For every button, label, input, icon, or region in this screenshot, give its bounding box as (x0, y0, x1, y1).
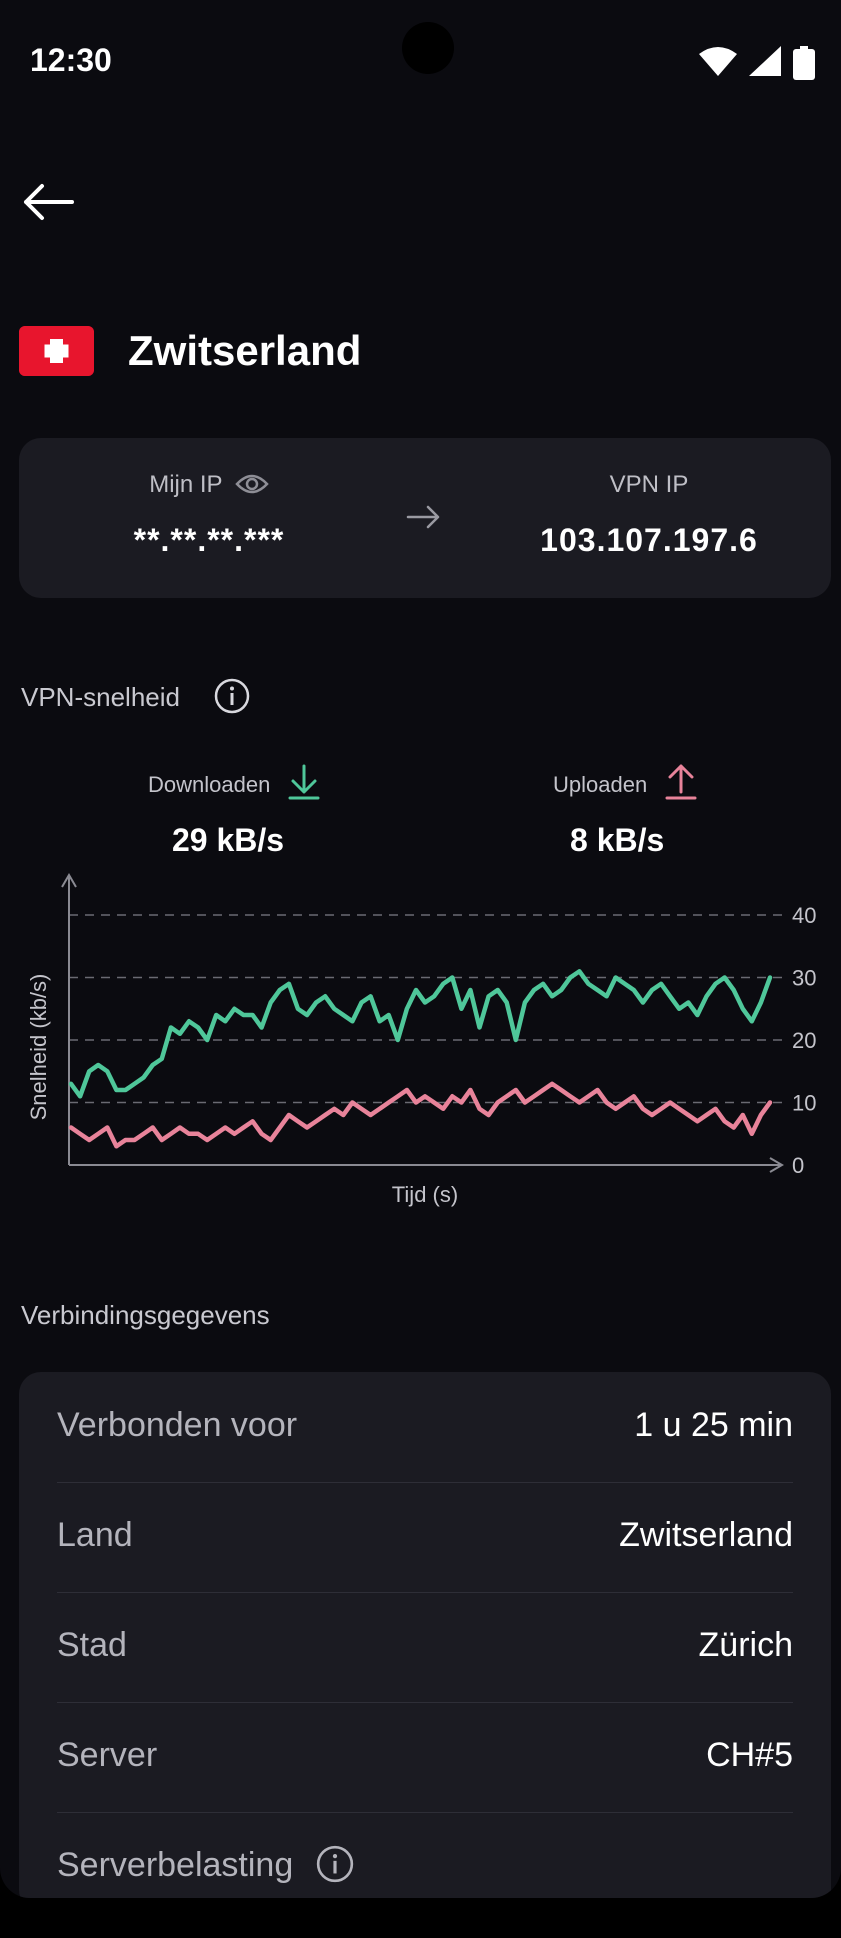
my-ip-label-row: Mijn IP (19, 471, 399, 499)
y-tick-label: 10 (792, 1091, 816, 1116)
detail-row-server: Server CH#5 (57, 1702, 793, 1813)
status-icons (699, 46, 815, 82)
speed-chart: 0 10 20 30 40 Tijd (s) Snelheid (kb/s) (26, 873, 816, 1207)
detail-row-city: Stad Zürich (57, 1592, 793, 1703)
detail-row-server-load: Serverbelasting (57, 1812, 793, 1898)
detail-key-row: Serverbelasting (57, 1844, 355, 1885)
info-icon[interactable] (315, 1844, 355, 1884)
details-section-title: Verbindingsgegevens (21, 1300, 270, 1330)
detail-key: Land (57, 1516, 133, 1554)
vpn-detail-screen: 12:30 Zwitserland Mijn IP **.**.**.*** V… (0, 0, 841, 1898)
country-title: Zwitserland (128, 327, 362, 374)
info-icon[interactable] (213, 677, 251, 715)
detail-value: 1 u 25 min (634, 1406, 793, 1444)
y-tick-label: 0 (792, 1153, 804, 1178)
detail-value: Zürich (698, 1626, 793, 1664)
y-tick-label: 20 (792, 1028, 816, 1053)
detail-row-connected-for: Verbonden voor 1 u 25 min (57, 1372, 793, 1483)
detail-key: Serverbelasting (57, 1846, 294, 1884)
upload-label: Uploaden (553, 772, 648, 797)
y-tick-labels: 0 10 20 30 40 (792, 903, 816, 1178)
download-label-row: Downloaden (148, 764, 320, 800)
y-tick-label: 40 (792, 903, 816, 928)
vpn-ip-section: VPN IP 103.107.197.6 (459, 438, 839, 598)
arrow-right-icon (406, 505, 440, 529)
status-bar: 12:30 (0, 0, 841, 120)
detail-value: CH#5 (706, 1736, 793, 1774)
speed-section-title: VPN-snelheid (21, 682, 180, 712)
cellular-signal-icon (749, 46, 781, 76)
chart-x-axis-label: Tijd (s) (392, 1182, 458, 1207)
my-ip-value: **.**.**.*** (133, 522, 285, 558)
vpn-ip-label: VPN IP (609, 471, 689, 498)
my-ip-label: Mijn IP (149, 471, 223, 498)
chart-y-axis-label: Snelheid (kb/s) (26, 974, 51, 1121)
battery-icon (793, 46, 815, 80)
upload-arrow-icon (665, 764, 697, 800)
details-card: Verbonden voor 1 u 25 min Land Zwitserla… (19, 1372, 831, 1898)
detail-key: Server (57, 1736, 158, 1774)
camera-cutout (402, 22, 454, 74)
eye-icon[interactable] (235, 473, 269, 495)
download-arrow-icon (288, 764, 320, 800)
switzerland-flag-icon (19, 326, 94, 376)
detail-key: Stad (57, 1626, 127, 1664)
chart-series (68, 969, 773, 1149)
y-tick-label: 30 (792, 966, 816, 991)
back-arrow-icon[interactable] (20, 180, 76, 224)
detail-value: Zwitserland (619, 1516, 793, 1554)
wifi-icon (699, 47, 737, 76)
upload-speed-value: 8 kB/s (570, 822, 665, 858)
status-time: 12:30 (30, 42, 112, 78)
speed-section-title-row: VPN-snelheid (21, 678, 251, 715)
download-speed-value: 29 kB/s (172, 822, 285, 858)
download-series-line (68, 969, 773, 1099)
upload-label-row: Uploaden (553, 764, 697, 800)
upload-series-line (68, 1081, 773, 1149)
detail-row-country: Land Zwitserland (57, 1482, 793, 1593)
vpn-ip-value: 103.107.197.6 (540, 522, 758, 558)
detail-key: Verbonden voor (57, 1406, 298, 1444)
my-ip-section: Mijn IP **.**.**.*** (19, 438, 399, 598)
download-label: Downloaden (148, 772, 271, 797)
